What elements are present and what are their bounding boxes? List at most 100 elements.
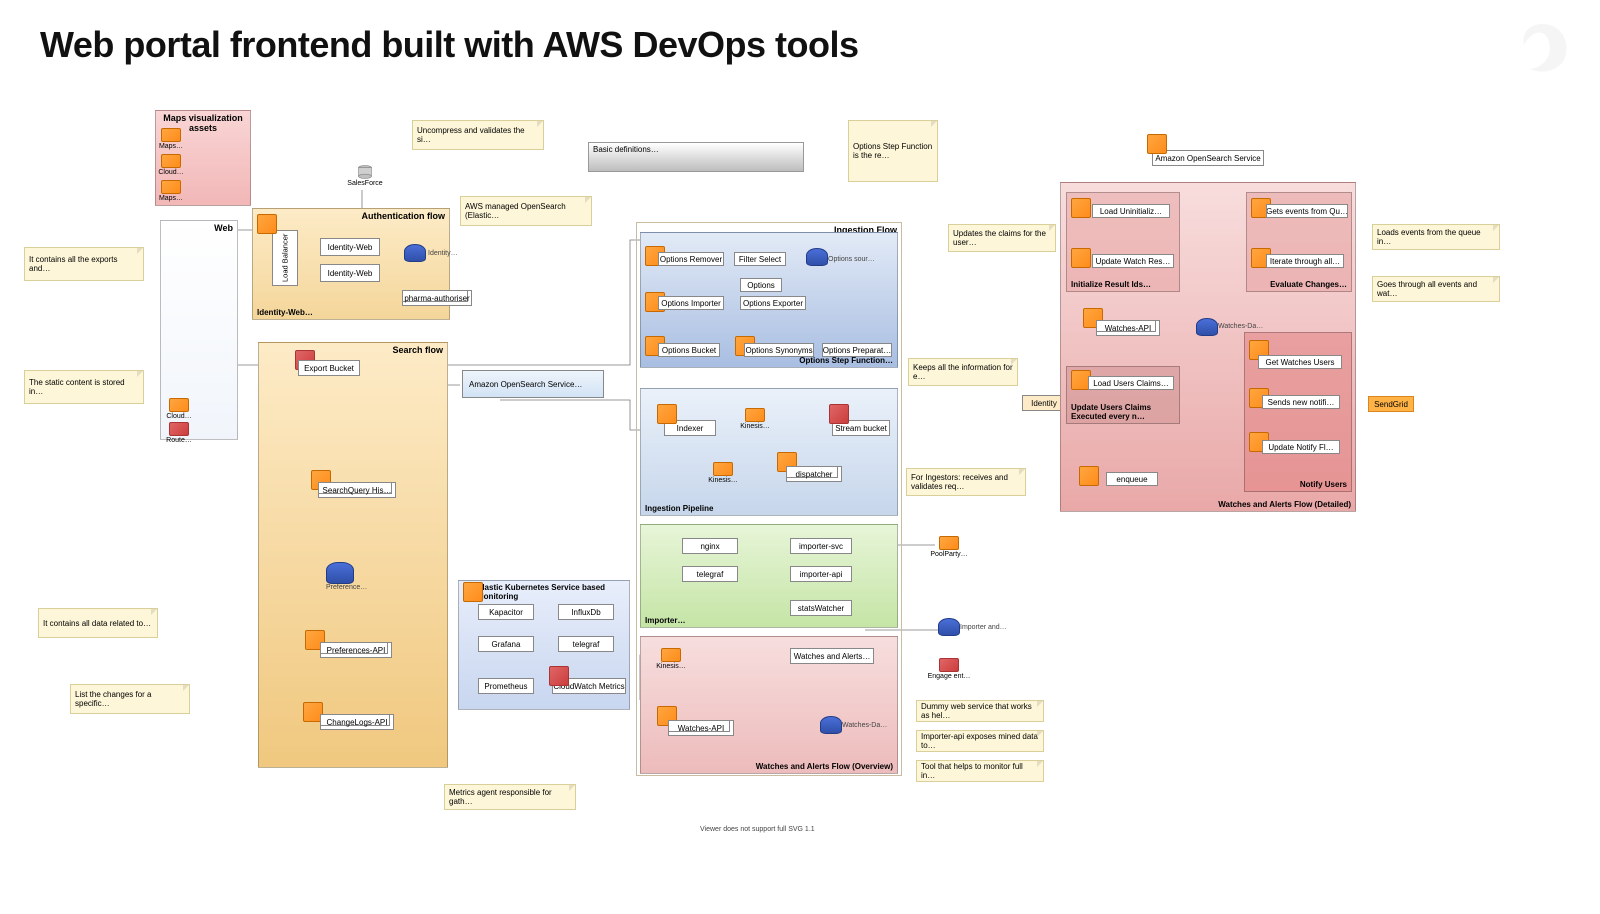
engage-icon: Engage ent… [938,658,960,680]
label-eval-changes: Evaluate Changes… [1270,280,1347,289]
node-changelogs: ChangeLogs-API [320,714,394,730]
label-wa-overview: Watches and Alerts Flow (Overview) [756,762,893,771]
note-static: The static content is stored in… [24,370,144,404]
node-opt-prep: Options Preparat… [822,343,892,357]
label-auth: Authentication flow [362,211,446,221]
node-sends-notif: Sends new notifi… [1262,395,1340,409]
note-goes-events: Goes through all events and wat… [1372,276,1500,302]
leaf-logo-icon [1512,18,1572,78]
load-uninit-icon [1070,198,1092,220]
node-opt-bucket: Options Bucket [658,343,720,357]
importer-and-db-icon [938,618,958,638]
maps-icon-1: Maps… [160,128,182,150]
node-sendgrid: SendGrid [1368,396,1414,412]
kinesis2-icon: Kinesis… [712,462,734,484]
enqueue-icon [1078,466,1100,488]
node-kapacitor: Kapacitor [478,604,534,620]
node-stats-watcher: statsWatcher [790,600,852,616]
node-aos: Amazon OpenSearch Service… [462,370,604,398]
node-watches-alerts: Watches and Alerts… [790,648,874,664]
cloud-icon: Cloud… [168,398,190,420]
note-uncompress: Uncompress and validates the si… [412,120,544,150]
node-importer-svc: importer-svc [790,538,852,554]
label-identity-db: Identity… [428,250,458,257]
identity-db-icon [404,244,424,264]
note-list-changes: List the changes for a specific… [70,684,190,714]
aos-right-icon [1146,134,1168,156]
node-opt-importer: Options Importer [658,296,724,310]
kinesis3-icon: Kinesis… [660,648,682,670]
eks-icon [462,582,484,604]
node-enqueue: enqueue [1106,472,1158,486]
maps-icon-2: Cloud… [160,154,182,176]
node-importer-api: importer-api [790,566,852,582]
node-pharma: pharma-authoriser [402,290,472,306]
node-options: Options [740,278,782,292]
node-watches-api-ov: Watches-API [668,720,734,736]
note-updates-claims: Updates the claims for the user… [948,224,1056,252]
route-icon: Route… [168,422,190,444]
label-options-step: Options Step Function… [799,356,893,365]
label-eks: Elastic Kubernetes Service based Monitor… [477,583,629,601]
label-importer-and: Importer and… [960,624,1007,631]
note-opt-step: Options Step Function is the re… [848,120,938,182]
maps-icon-3: Maps… [160,180,182,202]
node-export-bucket: Export Bucket [298,360,360,376]
note-ingestors: For Ingestors: receives and validates re… [906,468,1026,496]
note-loads-queue: Loads events from the queue in… [1372,224,1500,250]
note-data-related: It contains all data related to… [38,608,158,638]
note-exports: It contains all the exports and… [24,247,144,281]
node-update-watch: Update Watch Res… [1092,254,1174,268]
watches-db-ov-icon [820,716,840,736]
node-grafana: Grafana [478,636,534,652]
node-influx: InfluxDb [558,604,614,620]
node-telegraf-eks: telegraf [558,636,614,652]
poolparty-icon: PoolParty… [938,536,960,558]
node-opt-syn: Options Synonyms [744,343,814,357]
node-dispatcher: dispatcher [786,466,842,482]
node-opt-exporter: Options Exporter [740,296,806,310]
label-notify-users: Notify Users [1300,480,1347,489]
label-options-source: Options sour… [828,256,875,263]
label-update-users: Update Users Claims Executed every n… [1071,404,1151,421]
node-telegraf-imp: telegraf [682,566,738,582]
label-web: Web [214,223,233,233]
label-watches-db-ov: Watches-Da… [842,722,887,729]
label-pref-db: Preference… [326,584,367,591]
salesforce-db-icon: SalesForce [345,165,385,187]
box-basic-defs: Basic definitions… [588,142,804,172]
label-ing-pipeline: Ingestion Pipeline [645,504,713,513]
node-filter-select: Filter Select [734,252,786,266]
label-init-result: Initialize Result Ids… [1071,280,1151,289]
note-keeps-info: Keeps all the information for e… [908,358,1018,386]
node-sqh: SearchQuery His… [318,482,396,498]
node-watches-api-d: Watches-API [1096,320,1160,336]
authflow-lambda-icon [256,214,278,236]
update-watch-icon [1070,248,1092,270]
node-nginx: nginx [682,538,738,554]
note-aws-managed: AWS managed OpenSearch (Elastic… [460,196,592,226]
stream-bucket-icon [828,404,850,426]
label-search: Search flow [392,345,443,355]
note-importer-api: Importer-api exposes mined data to… [916,730,1044,752]
footnote: Viewer does not support full SVG 1.1 [700,826,815,833]
kinesis1-icon: Kinesis… [744,408,766,430]
node-gets-events: Gets events from Qu… [1266,204,1348,218]
label-watches-db-d: Watches-Da… [1218,323,1263,330]
cw-icon [548,666,570,688]
group-importer: Importer… [640,524,898,628]
options-source-db-icon [806,248,826,268]
node-load-claims: Load Users Claims… [1088,376,1174,390]
page-title: Web portal frontend built with AWS DevOp… [40,24,859,66]
group-search: Search flow [258,342,448,768]
node-get-watches-users: Get Watches Users [1258,355,1342,369]
node-prometheus: Prometheus [478,678,534,694]
note-monitor: Tool that helps to monitor full in… [916,760,1044,782]
label-importer: Importer… [645,616,685,625]
group-ing-pipeline: Ingestion Pipeline [640,388,898,516]
node-idweb1: Identity-Web [320,238,380,256]
node-load-balancer: Load Balancer [272,230,298,286]
node-idweb2: Identity-Web [320,264,380,282]
node-load-uninit: Load Uninitializ… [1092,204,1170,218]
label-auth-sub: Identity-Web… [257,308,313,317]
